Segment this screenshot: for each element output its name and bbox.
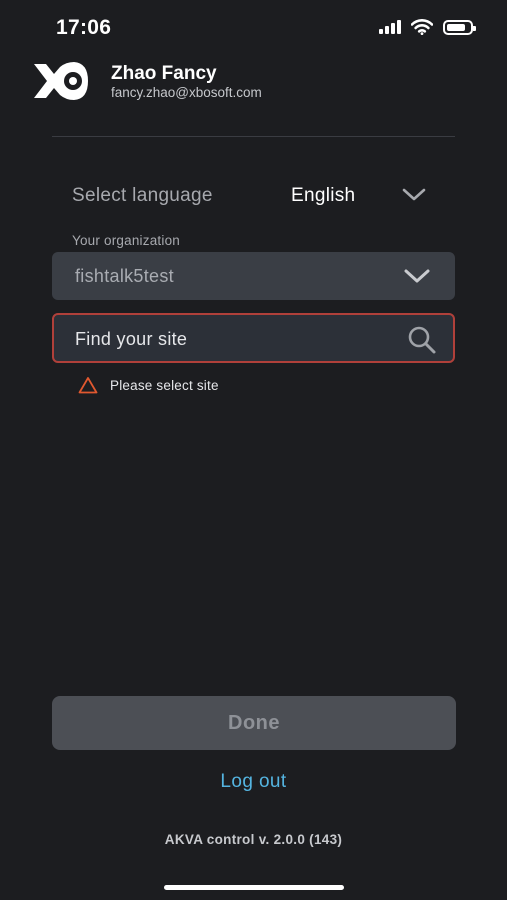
header-divider [52, 136, 455, 137]
battery-icon [443, 19, 476, 35]
organization-value: fishtalk5test [75, 266, 174, 286]
done-button[interactable]: Done [52, 696, 456, 750]
app-version: AKVA control v. 2.0.0 (143) [164, 832, 343, 847]
logout-link[interactable]: Log out [0, 771, 507, 793]
site-search-input[interactable] [75, 327, 395, 351]
organization-dropdown[interactable]: fishtalk5test [52, 252, 455, 300]
language-value[interactable]: English [291, 185, 355, 207]
cellular-signal-icon [379, 20, 401, 34]
status-time: 17:06 [56, 16, 112, 39]
error-message: Please select site [110, 378, 219, 393]
organization-label: Your organization [72, 233, 180, 248]
language-selector[interactable]: Select language English [52, 174, 455, 216]
chevron-down-icon[interactable] [403, 268, 431, 286]
chevron-down-icon[interactable] [402, 187, 426, 203]
wifi-icon [411, 19, 433, 35]
site-search-field[interactable] [52, 313, 455, 363]
user-profile-header: Zhao Fancy fancy.zhao@xbosoft.com [32, 58, 472, 106]
status-bar: 17:06 [0, 0, 507, 56]
user-email: fancy.zhao@xbosoft.com [111, 85, 262, 100]
settings-screen: 17:06 Zhao Fancy fancy.zhao@xbosoft.com … [0, 0, 507, 900]
search-icon[interactable] [407, 325, 437, 355]
warning-triangle-icon [78, 377, 98, 394]
akva-fish-logo-icon [34, 62, 88, 100]
status-icons [379, 19, 476, 35]
language-label: Select language [72, 185, 213, 206]
user-name: Zhao Fancy [111, 63, 217, 84]
home-indicator[interactable] [164, 885, 344, 890]
